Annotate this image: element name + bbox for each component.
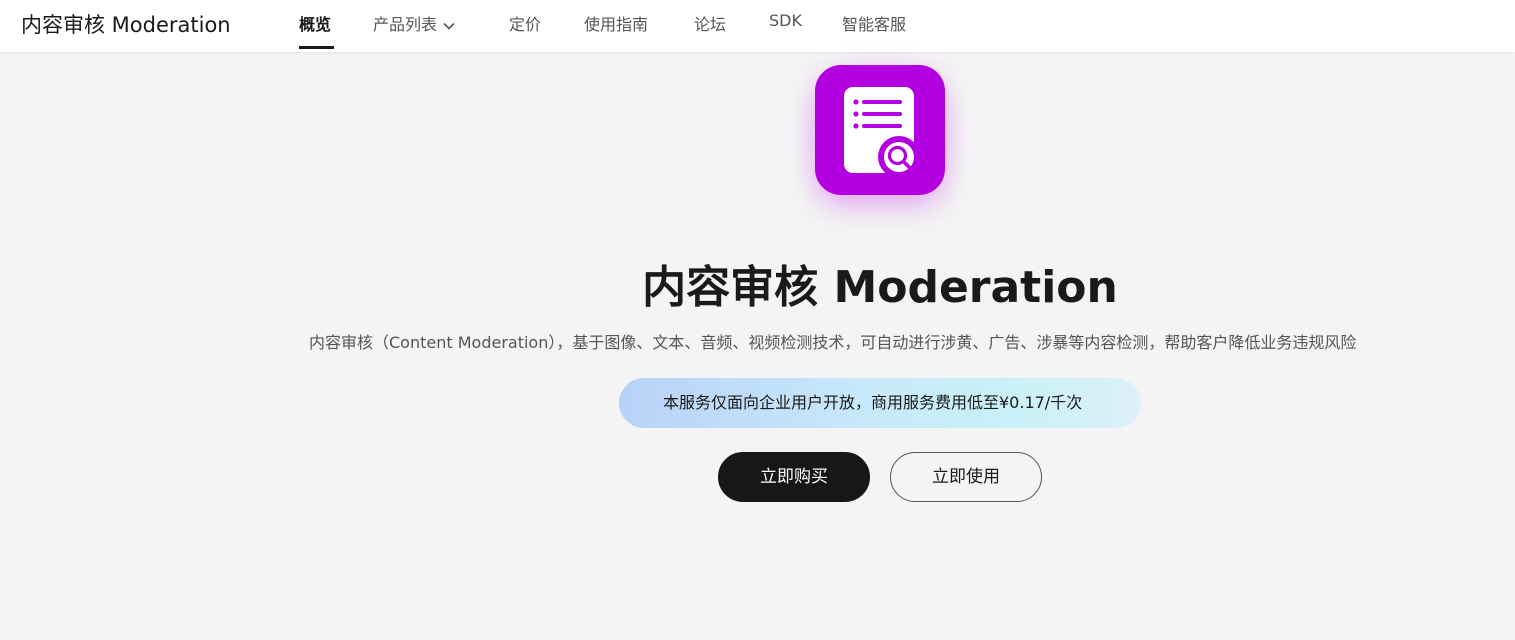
nav-item-label: 智能客服	[842, 15, 907, 34]
nav-item-pricing[interactable]: 定价	[509, 11, 541, 35]
active-tab-indicator	[299, 46, 334, 49]
nav-item-label: 使用指南	[584, 15, 649, 34]
nav-item-label: 论坛	[694, 15, 727, 34]
document-search-icon	[815, 65, 945, 195]
chevron-down-icon	[443, 15, 455, 34]
nav-item-label: 概览	[299, 15, 332, 34]
notice-text: 本服务仅面向企业用户开放，商用服务费用低至¥0.17/千次	[663, 393, 1083, 412]
nav-item-overview[interactable]: 概览	[299, 11, 331, 35]
nav-item-support[interactable]: 智能客服	[842, 11, 906, 35]
buy-now-button[interactable]: 立即购买	[718, 452, 870, 502]
nav-item-label: 产品列表	[373, 15, 438, 34]
nav-item-label: SDK	[769, 11, 802, 30]
use-now-button[interactable]: 立即使用	[890, 452, 1042, 502]
nav-item-label: 定价	[509, 15, 542, 34]
top-navigation-bar: 内容审核 Moderation 概览 产品列表 定价 使用指南 论坛 SDK 智…	[0, 0, 1515, 52]
pricing-notice-banner: 本服务仅面向企业用户开放，商用服务费用低至¥0.17/千次	[619, 378, 1141, 428]
nav-item-forum[interactable]: 论坛	[694, 11, 726, 35]
page-title: 内容审核 Moderation	[642, 262, 1118, 313]
nav-item-sdk[interactable]: SDK	[769, 11, 802, 30]
product-description: 内容审核（Content Moderation），基于图像、文本、音频、视频检测…	[309, 333, 1357, 352]
nav-item-guide[interactable]: 使用指南	[584, 11, 648, 35]
nav-item-product-list[interactable]: 产品列表	[373, 11, 455, 35]
brand-title[interactable]: 内容审核 Moderation	[21, 9, 231, 39]
